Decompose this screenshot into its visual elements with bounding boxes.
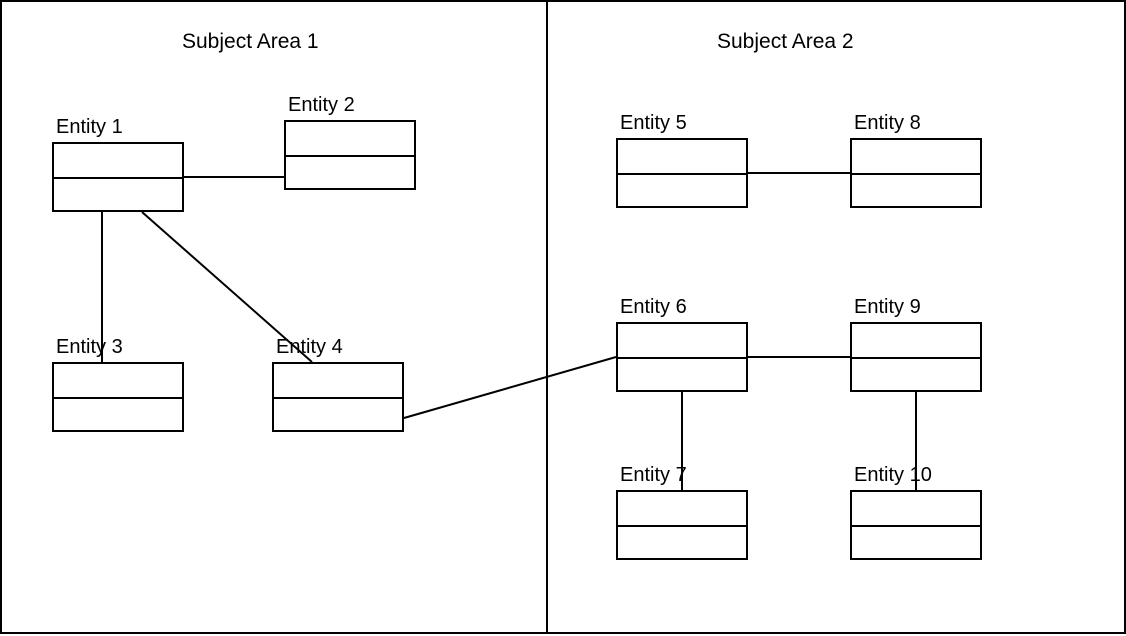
entity-label: Entity 4 [276,336,343,359]
entity-box [850,490,982,560]
entity-label: Entity 7 [620,464,687,487]
entity-box [850,322,982,392]
entity-9: Entity 9 [850,322,982,392]
entity-5: Entity 5 [616,138,748,208]
entity-box [284,120,416,190]
entity-label: Entity 10 [854,464,932,487]
entity-7: Entity 7 [616,490,748,560]
entity-3: Entity 3 [52,362,184,432]
connection-line [404,357,616,418]
area-divider [546,2,548,632]
entity-box [850,138,982,208]
entity-box [616,322,748,392]
area-title-1: Subject Area 1 [182,30,319,54]
entity-label: Entity 1 [56,116,123,139]
entity-label: Entity 2 [288,94,355,117]
entity-6: Entity 6 [616,322,748,392]
entity-4: Entity 4 [272,362,404,432]
entity-label: Entity 3 [56,336,123,359]
area-title-2: Subject Area 2 [717,30,854,54]
entity-label: Entity 6 [620,296,687,319]
diagram-canvas: Subject Area 1 Subject Area 2 Entity 1 E… [0,0,1126,634]
entity-2: Entity 2 [284,120,416,190]
entity-box [616,138,748,208]
entity-box [52,362,184,432]
entity-label: Entity 5 [620,112,687,135]
entity-box [52,142,184,212]
entity-box [616,490,748,560]
entity-10: Entity 10 [850,490,982,560]
entity-8: Entity 8 [850,138,982,208]
entity-label: Entity 9 [854,296,921,319]
entity-label: Entity 8 [854,112,921,135]
entity-1: Entity 1 [52,142,184,212]
entity-box [272,362,404,432]
